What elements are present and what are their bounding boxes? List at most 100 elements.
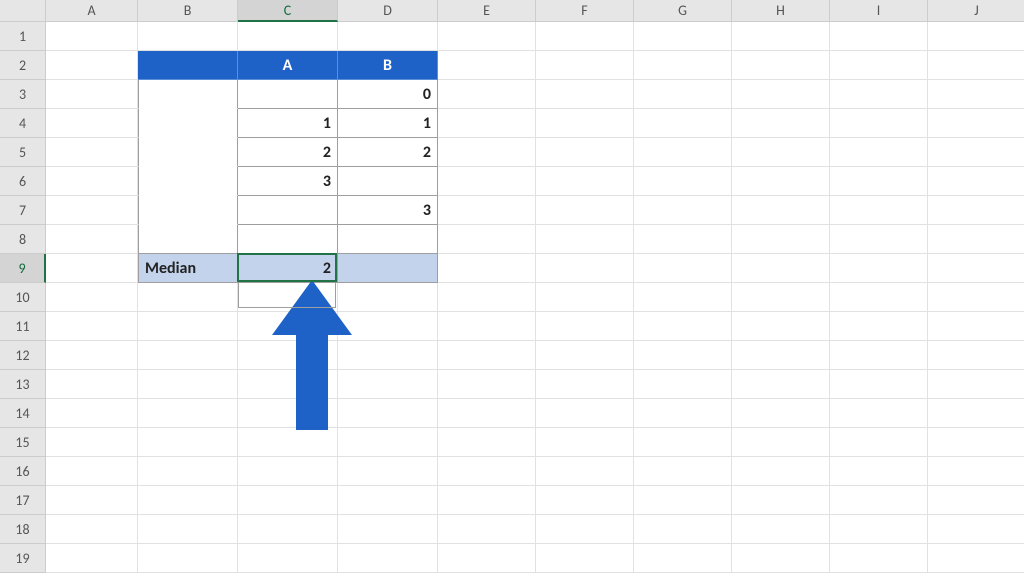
cell-H19[interactable] [732, 544, 830, 573]
cell-I3[interactable] [830, 80, 928, 109]
cell-C5[interactable]: 2 [238, 138, 338, 167]
cell-H7[interactable] [732, 196, 830, 225]
cell-C17[interactable] [238, 486, 338, 515]
cell-E3[interactable] [438, 80, 536, 109]
cell-H1[interactable] [732, 22, 830, 51]
cell-B13[interactable] [138, 370, 238, 399]
cell-H3[interactable] [732, 80, 830, 109]
cell-B16[interactable] [138, 457, 238, 486]
cell-J9[interactable] [928, 254, 1024, 283]
cell-J11[interactable] [928, 312, 1024, 341]
cell-B5[interactable] [138, 138, 238, 167]
cell-G12[interactable] [634, 341, 732, 370]
cell-C11[interactable] [238, 312, 338, 341]
cell-F15[interactable] [536, 428, 634, 457]
cell-H8[interactable] [732, 225, 830, 254]
cell-B14[interactable] [138, 399, 238, 428]
cell-I14[interactable] [830, 399, 928, 428]
cell-C6[interactable]: 3 [238, 167, 338, 196]
cell-G16[interactable] [634, 457, 732, 486]
cell-E8[interactable] [438, 225, 536, 254]
cell-H5[interactable] [732, 138, 830, 167]
cell-B6[interactable] [138, 167, 238, 196]
row-header-11[interactable]: 11 [0, 312, 46, 341]
cell-I8[interactable] [830, 225, 928, 254]
cell-I12[interactable] [830, 341, 928, 370]
cell-H11[interactable] [732, 312, 830, 341]
cell-E1[interactable] [438, 22, 536, 51]
cell-I4[interactable] [830, 109, 928, 138]
cell-A10[interactable] [46, 283, 138, 312]
cell-J17[interactable] [928, 486, 1024, 515]
cell-G6[interactable] [634, 167, 732, 196]
cell-I7[interactable] [830, 196, 928, 225]
row-header-19[interactable]: 19 [0, 544, 46, 573]
cell-H18[interactable] [732, 515, 830, 544]
cell-D12[interactable] [338, 341, 438, 370]
row-header-13[interactable]: 13 [0, 370, 46, 399]
cell-E11[interactable] [438, 312, 536, 341]
cell-C15[interactable] [238, 428, 338, 457]
cell-B3[interactable] [138, 80, 238, 109]
cell-F18[interactable] [536, 515, 634, 544]
cell-D19[interactable] [338, 544, 438, 573]
cell-F1[interactable] [536, 22, 634, 51]
cell-A19[interactable] [46, 544, 138, 573]
cell-G9[interactable] [634, 254, 732, 283]
cell-A11[interactable] [46, 312, 138, 341]
cell-D9[interactable] [338, 254, 438, 283]
cell-D18[interactable] [338, 515, 438, 544]
cell-J6[interactable] [928, 167, 1024, 196]
cell-A18[interactable] [46, 515, 138, 544]
cell-F3[interactable] [536, 80, 634, 109]
cell-G17[interactable] [634, 486, 732, 515]
cell-B10[interactable] [138, 283, 238, 312]
column-header-F[interactable]: F [536, 0, 634, 22]
cell-F16[interactable] [536, 457, 634, 486]
cell-D13[interactable] [338, 370, 438, 399]
cell-A9[interactable] [46, 254, 138, 283]
cell-J5[interactable] [928, 138, 1024, 167]
cell-B2[interactable] [138, 51, 238, 80]
cell-A7[interactable] [46, 196, 138, 225]
cell-C12[interactable] [238, 341, 338, 370]
cell-C14[interactable] [238, 399, 338, 428]
cell-D14[interactable] [338, 399, 438, 428]
cell-G5[interactable] [634, 138, 732, 167]
cell-H14[interactable] [732, 399, 830, 428]
cell-A6[interactable] [46, 167, 138, 196]
row-header-4[interactable]: 4 [0, 109, 46, 138]
cell-E9[interactable] [438, 254, 536, 283]
cell-C8[interactable] [238, 225, 338, 254]
cell-D8[interactable] [338, 225, 438, 254]
cell-F13[interactable] [536, 370, 634, 399]
cell-G10[interactable] [634, 283, 732, 312]
column-header-C[interactable]: C [238, 0, 338, 22]
cell-C1[interactable] [238, 22, 338, 51]
cell-F11[interactable] [536, 312, 634, 341]
column-header-B[interactable]: B [138, 0, 238, 22]
column-header-G[interactable]: G [634, 0, 732, 22]
cell-D2[interactable]: B [338, 51, 438, 80]
cell-F10[interactable] [536, 283, 634, 312]
cell-H2[interactable] [732, 51, 830, 80]
cell-J14[interactable] [928, 399, 1024, 428]
cell-H13[interactable] [732, 370, 830, 399]
cell-G4[interactable] [634, 109, 732, 138]
cell-E15[interactable] [438, 428, 536, 457]
cell-G2[interactable] [634, 51, 732, 80]
cell-G11[interactable] [634, 312, 732, 341]
row-header-5[interactable]: 5 [0, 138, 46, 167]
cell-J8[interactable] [928, 225, 1024, 254]
cell-H6[interactable] [732, 167, 830, 196]
cell-G19[interactable] [634, 544, 732, 573]
cell-I16[interactable] [830, 457, 928, 486]
cell-G8[interactable] [634, 225, 732, 254]
cell-J12[interactable] [928, 341, 1024, 370]
cell-E10[interactable] [438, 283, 536, 312]
cell-J1[interactable] [928, 22, 1024, 51]
row-header-14[interactable]: 14 [0, 399, 46, 428]
select-all-corner[interactable] [0, 0, 46, 22]
cell-C13[interactable] [238, 370, 338, 399]
cell-A2[interactable] [46, 51, 138, 80]
